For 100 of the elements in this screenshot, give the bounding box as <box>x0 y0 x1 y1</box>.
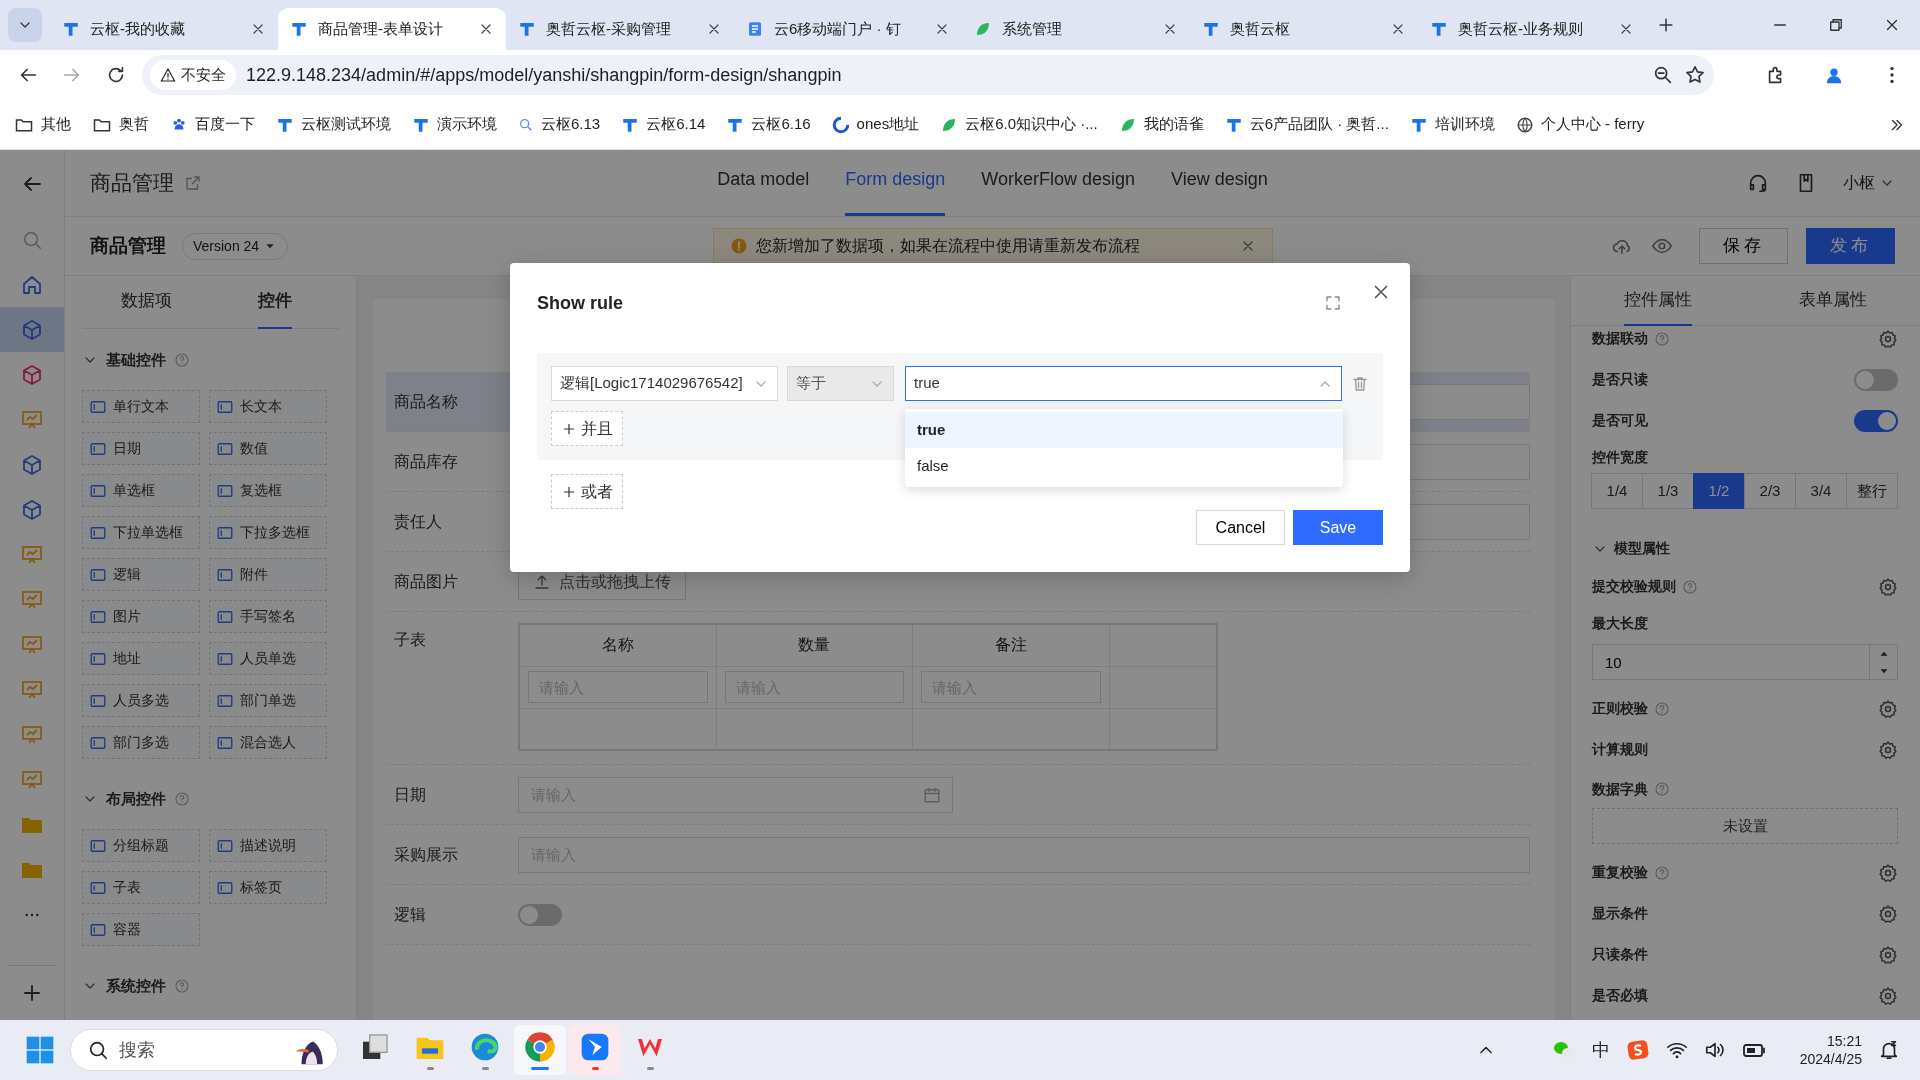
widget-item[interactable]: 部门多选 <box>82 726 200 759</box>
and-button[interactable]: 并且 <box>551 411 623 446</box>
widget-item[interactable]: 日期 <box>82 432 200 465</box>
browser-tab[interactable]: 商品管理-表单设计 <box>278 8 506 50</box>
security-chip[interactable]: 不安全 <box>150 59 236 91</box>
zoom-icon[interactable] <box>1652 64 1674 86</box>
panel-tab[interactable]: 表单属性 <box>1798 274 1867 327</box>
input-method-icon[interactable] <box>1625 1038 1650 1062</box>
widget-item[interactable]: 附件 <box>209 558 327 591</box>
browser-tab[interactable]: 云枢-我的收藏 <box>50 8 278 50</box>
expand-icon[interactable] <box>1324 294 1342 312</box>
notification-bell-icon[interactable] <box>1878 1039 1900 1061</box>
bookmark[interactable]: 云枢6.14 <box>621 113 706 136</box>
nav-item[interactable] <box>0 307 64 352</box>
panel-tab[interactable]: 数据项 <box>120 276 172 329</box>
settings-icon[interactable] <box>1878 903 1898 924</box>
bookmark[interactable]: 云枢6.13 <box>518 113 601 136</box>
search-field[interactable]: 搜索 <box>70 1029 338 1071</box>
publish-button[interactable]: 发布 <box>1806 228 1895 264</box>
widget-item[interactable]: 复选框 <box>209 474 327 507</box>
widget-item[interactable]: 混合选人 <box>209 726 327 759</box>
dropdown-option[interactable]: true <box>905 412 1343 448</box>
toggle-switch[interactable] <box>1854 409 1898 432</box>
widget-item[interactable]: 数值 <box>209 432 327 465</box>
user-menu[interactable]: 小枢 <box>1843 171 1895 195</box>
settings-icon[interactable] <box>1878 328 1898 349</box>
bookmark[interactable]: 个人中心 - ferry <box>1515 113 1645 136</box>
address-text[interactable]: 122.9.148.234/admin/#/apps/model/yanshi/shangpin/form-design/shangpin <box>246 61 1642 89</box>
bookmark[interactable]: 云枢6.16 <box>726 113 811 136</box>
widget-item[interactable]: 人员单选 <box>209 642 327 675</box>
tab-search-button[interactable] <box>8 8 42 42</box>
bookmark[interactable]: 奥哲 <box>92 113 149 136</box>
widget-item[interactable]: 下拉单选框 <box>82 516 200 549</box>
restore-icon[interactable] <box>1827 16 1845 34</box>
width-option[interactable]: 1/2 <box>1693 473 1745 509</box>
settings-icon[interactable] <box>1878 862 1898 883</box>
widget-item[interactable]: 子表 <box>82 871 200 904</box>
widget-item[interactable]: 单行文本 <box>82 390 200 423</box>
widget-item[interactable]: 逻辑 <box>82 558 200 591</box>
width-option[interactable]: 1/4 <box>1591 473 1643 509</box>
settings-icon[interactable] <box>1878 698 1898 719</box>
width-option[interactable]: 2/3 <box>1744 473 1796 509</box>
panel-tab[interactable]: 控件属性 <box>1624 274 1693 327</box>
widget-item[interactable]: 人员多选 <box>82 684 200 717</box>
settings-icon[interactable] <box>1878 944 1898 965</box>
bookmark[interactable]: 我的语雀 <box>1118 113 1204 136</box>
width-option[interactable]: 1/3 <box>1642 473 1694 509</box>
bookmark[interactable]: 云6产品团队 · 奥哲... <box>1224 113 1389 136</box>
widget-item[interactable]: 图片 <box>82 600 200 633</box>
star-icon[interactable] <box>1684 64 1706 86</box>
external-link-icon[interactable] <box>184 174 202 192</box>
widget-item[interactable]: 描述说明 <box>209 829 327 862</box>
or-button[interactable]: 或者 <box>551 474 623 509</box>
delete-icon[interactable] <box>1351 374 1369 393</box>
widget-item[interactable]: 单选框 <box>82 474 200 507</box>
number-field[interactable]: 10 <box>1592 644 1898 680</box>
toggle-switch[interactable] <box>1854 368 1898 391</box>
clock-date[interactable]: 2024/4/25 <box>1799 1050 1862 1069</box>
bookmark[interactable]: 云枢6.0知识中心 ·... <box>940 113 1098 136</box>
settings-icon[interactable] <box>1878 985 1898 1006</box>
width-option[interactable]: 3/4 <box>1795 473 1847 509</box>
dropdown-option[interactable]: false <box>905 448 1343 484</box>
widget-item[interactable]: 长文本 <box>209 390 327 423</box>
widget-item[interactable]: 标签页 <box>209 871 327 904</box>
browser-tab[interactable]: 系统管理 <box>962 8 1190 50</box>
widget-item[interactable]: 手写签名 <box>209 600 327 633</box>
cancel-button[interactable]: Cancel <box>1196 510 1285 545</box>
bookmark[interactable]: 百度一下 <box>170 113 255 136</box>
settings-icon[interactable] <box>1878 739 1898 760</box>
headset-icon[interactable] <box>1747 172 1769 194</box>
input-mode-indicator[interactable]: 中 <box>1591 1036 1610 1064</box>
bookmark[interactable]: 其他 <box>14 113 71 136</box>
start-icon[interactable] <box>24 1034 56 1066</box>
width-option[interactable]: 整行 <box>1846 473 1898 509</box>
nav-tab[interactable]: Form design <box>845 146 946 216</box>
widget-item[interactable]: 分组标题 <box>82 829 200 862</box>
widget-item[interactable]: 地址 <box>82 642 200 675</box>
save-button[interactable]: 保存 <box>1699 228 1788 264</box>
widget-item[interactable]: 下拉多选框 <box>209 516 327 549</box>
toggle-switch[interactable] <box>518 903 562 926</box>
browser-tab[interactable]: 奥哲云枢-业务规则 <box>1418 8 1646 50</box>
bookmark[interactable]: ones地址 <box>831 113 920 136</box>
widget-item[interactable]: 容器 <box>82 913 200 946</box>
browser-tab[interactable]: 云6移动端门户 · 钉 <box>734 8 962 50</box>
widget-item[interactable]: 部门单选 <box>209 684 327 717</box>
panel-tab[interactable]: 控件 <box>257 276 292 329</box>
bookmark[interactable]: 培训环境 <box>1409 113 1495 136</box>
nav-tab[interactable]: Data model <box>717 146 810 216</box>
settings-icon[interactable] <box>1878 576 1898 597</box>
nav-tab[interactable]: WorkerFlow design <box>981 146 1136 216</box>
dictionary-button[interactable]: 未设置 <box>1592 808 1898 844</box>
bookmark[interactable]: 云枢测试环境 <box>276 113 391 136</box>
browser-tab[interactable]: 奥哲云枢 <box>1190 8 1418 50</box>
value-select[interactable]: true <box>905 366 1342 401</box>
nav-tab[interactable]: View design <box>1171 146 1268 216</box>
save-button[interactable]: Save <box>1293 510 1383 545</box>
clock-time[interactable]: 15:21 <box>1799 1031 1862 1050</box>
browser-tab[interactable]: 奥哲云枢-采购管理 <box>506 8 734 50</box>
bookmark[interactable]: 演示环境 <box>412 113 497 136</box>
field-select[interactable]: 逻辑[Logic1714029676542] <box>551 366 778 401</box>
